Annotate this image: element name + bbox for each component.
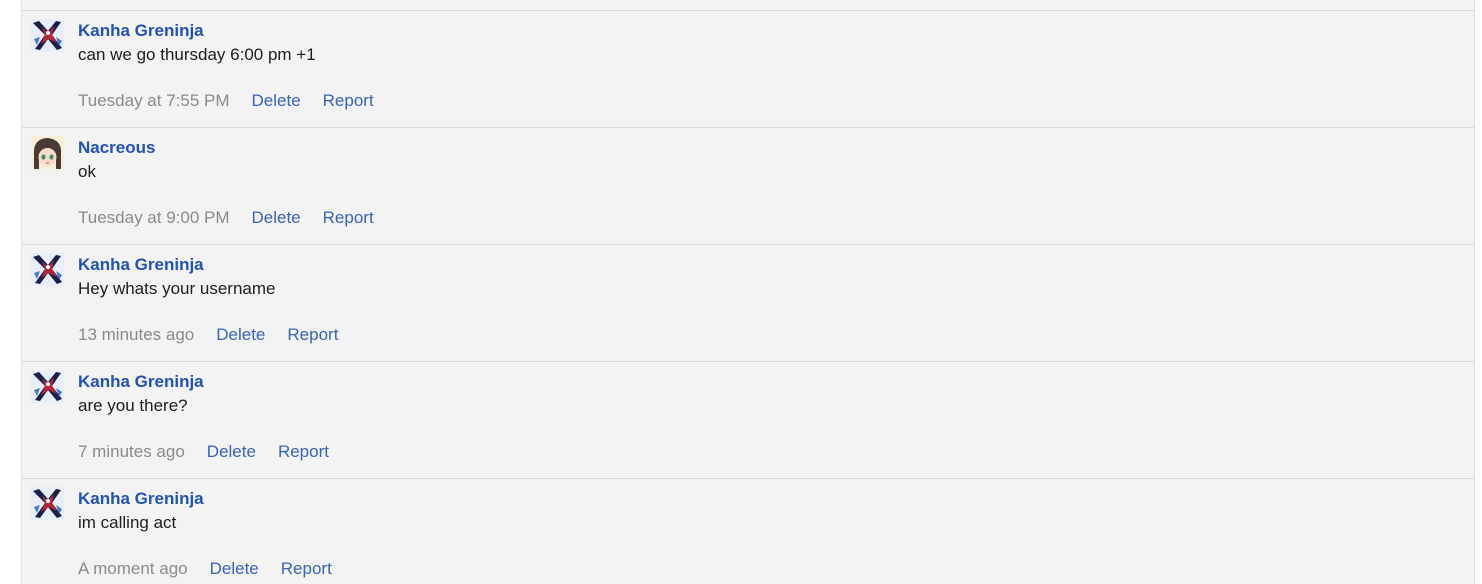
message-meta: 13 minutes ago Delete Report: [78, 325, 360, 345]
message-text: are you there?: [78, 396, 188, 415]
message-item: Kanha Greninja are you there? 7 minutes …: [22, 361, 1474, 478]
author-name[interactable]: Nacreous: [78, 138, 155, 158]
timestamp[interactable]: 7 minutes ago: [78, 442, 185, 462]
delete-link[interactable]: Delete: [252, 208, 301, 228]
message-text: can we go thursday 6:00 pm +1: [78, 45, 316, 64]
message-meta: Tuesday at 9:00 PM Delete Report: [78, 208, 396, 228]
author-name[interactable]: Kanha Greninja: [78, 21, 204, 41]
message-meta: Tuesday at 7:55 PM Delete Report: [78, 91, 396, 111]
timestamp[interactable]: Tuesday at 7:55 PM: [78, 91, 230, 111]
report-link[interactable]: Report: [323, 208, 374, 228]
conversation-panel: Kanha Greninja can we go thursday 6:00 p…: [22, 0, 1475, 584]
message-item: Nacreous ok Tuesday at 9:00 PM Delete Re…: [22, 127, 1474, 244]
message-item: Kanha Greninja can we go thursday 6:00 p…: [22, 10, 1474, 127]
message-item: Kanha Greninja im calling act A moment a…: [22, 478, 1474, 584]
timestamp[interactable]: 13 minutes ago: [78, 325, 194, 345]
author-name[interactable]: Kanha Greninja: [78, 255, 204, 275]
timestamp[interactable]: Tuesday at 9:00 PM: [78, 208, 230, 228]
greninja-avatar-icon[interactable]: [31, 370, 64, 403]
greninja-avatar-icon[interactable]: [31, 487, 64, 520]
message-meta: 7 minutes ago Delete Report: [78, 442, 351, 462]
message-meta: A moment ago Delete Report: [78, 559, 354, 579]
report-link[interactable]: Report: [323, 91, 374, 111]
anime-girl-avatar-icon[interactable]: [31, 136, 64, 169]
greninja-avatar-icon[interactable]: [31, 253, 64, 286]
delete-link[interactable]: Delete: [216, 325, 265, 345]
message-text: im calling act: [78, 513, 177, 532]
delete-link[interactable]: Delete: [210, 559, 259, 579]
report-link[interactable]: Report: [281, 559, 332, 579]
greninja-avatar-icon[interactable]: [31, 19, 64, 52]
delete-link[interactable]: Delete: [252, 91, 301, 111]
author-name[interactable]: Kanha Greninja: [78, 372, 204, 392]
author-name[interactable]: Kanha Greninja: [78, 489, 204, 509]
delete-link[interactable]: Delete: [207, 442, 256, 462]
timestamp[interactable]: A moment ago: [78, 559, 188, 579]
left-rail: [0, 0, 22, 584]
message-item: Kanha Greninja Hey whats your username 1…: [22, 244, 1474, 361]
message-text: ok: [78, 162, 96, 181]
report-link[interactable]: Report: [287, 325, 338, 345]
message-text: Hey whats your username: [78, 279, 276, 298]
report-link[interactable]: Report: [278, 442, 329, 462]
